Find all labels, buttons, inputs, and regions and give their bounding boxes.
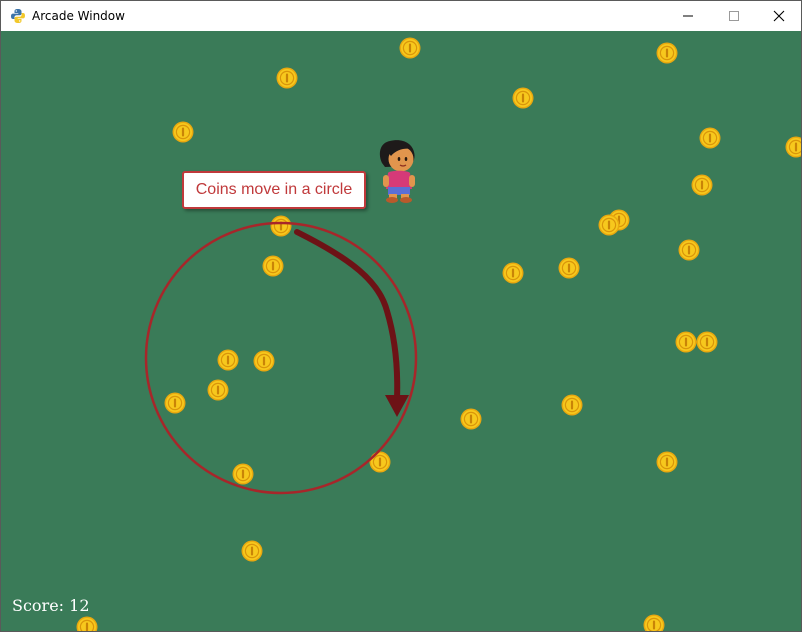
coin-sprite (501, 261, 525, 285)
coin-sprite (216, 348, 240, 372)
coin-sprite (784, 135, 801, 159)
arrow-head-icon (385, 395, 409, 417)
coin-sprite (368, 450, 392, 474)
close-button[interactable] (756, 1, 801, 31)
coin-sprite (511, 86, 535, 110)
coin-sprite (690, 173, 714, 197)
game-canvas[interactable]: Coins move in a circle Score: 12 (1, 31, 801, 631)
coin-sprite (695, 330, 719, 354)
window-title: Arcade Window (32, 9, 125, 23)
coin-sprite (560, 393, 584, 417)
maximize-icon (729, 11, 739, 21)
coin-sprite (459, 407, 483, 431)
arcade-window: Arcade Window Coins move in a circle Sco… (0, 0, 802, 632)
coin-sprite (677, 238, 701, 262)
coins-layer (75, 36, 801, 631)
coin-sprite (240, 539, 264, 563)
coin-sprite (557, 256, 581, 280)
coin-sprite (269, 214, 293, 238)
coin-sprite (171, 120, 195, 144)
maximize-button[interactable] (711, 1, 757, 31)
coin-sprite (655, 450, 679, 474)
close-icon (773, 10, 785, 22)
coin-sprite (75, 615, 99, 631)
score-label: Score: 12 (12, 596, 90, 615)
minimize-icon (683, 15, 693, 17)
title-bar[interactable]: Arcade Window (1, 1, 801, 31)
coin-sprite (206, 378, 230, 402)
annotation-callout: Coins move in a circle (182, 171, 366, 209)
coin-sprite (597, 213, 621, 237)
scene-layer (75, 36, 801, 631)
python-icon (11, 9, 25, 23)
player-sprite[interactable] (375, 139, 421, 205)
coin-sprite (252, 349, 276, 373)
coin-sprite (163, 391, 187, 415)
coin-sprite (698, 126, 722, 150)
annotation-arrow (294, 229, 401, 402)
coin-sprite (642, 613, 666, 631)
coin-sprite (275, 66, 299, 90)
coin-sprite (261, 254, 285, 278)
coin-sprite (674, 330, 698, 354)
coin-sprite (231, 462, 255, 486)
coin-sprite (398, 36, 422, 60)
minimize-button[interactable] (665, 1, 711, 31)
coin-sprite (655, 41, 679, 65)
annotation-label: Coins move in a circle (195, 181, 353, 198)
